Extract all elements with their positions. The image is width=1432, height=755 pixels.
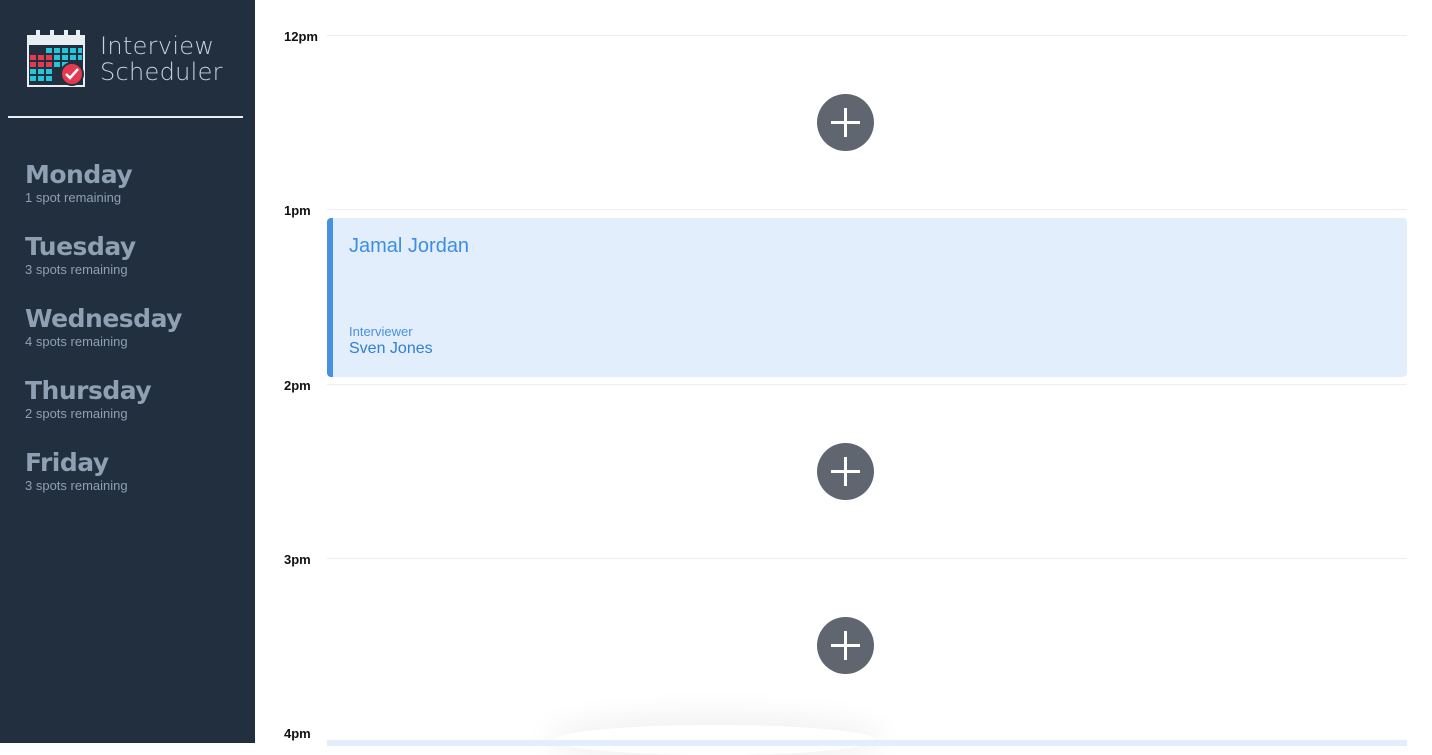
day-spots: 2 spots remaining bbox=[25, 406, 128, 421]
day-name: Tuesday bbox=[25, 232, 136, 261]
student-name: Jamal Jordan bbox=[349, 235, 470, 257]
hour-line bbox=[327, 209, 1407, 210]
add-appointment-button[interactable] bbox=[817, 617, 874, 674]
app-title-line1: Interview bbox=[100, 32, 215, 60]
day-name: Friday bbox=[25, 448, 109, 477]
time-label-2pm: 2pm bbox=[284, 378, 311, 393]
hour-line bbox=[327, 35, 1407, 36]
day-list: Monday 1 spot remaining Tuesday 3 spots … bbox=[25, 160, 245, 520]
time-label-3pm: 3pm bbox=[284, 552, 311, 567]
day-spots: 3 spots remaining bbox=[25, 262, 128, 277]
day-spots: 3 spots remaining bbox=[25, 478, 128, 493]
app-title-line2: Scheduler bbox=[100, 58, 223, 86]
time-label-4pm: 4pm bbox=[284, 726, 311, 741]
calendar-check-icon bbox=[26, 30, 88, 88]
add-appointment-button[interactable] bbox=[817, 443, 874, 500]
sidebar: Interview Scheduler Monday 1 spot remain… bbox=[0, 0, 255, 743]
time-label-12pm: 12pm bbox=[284, 29, 318, 44]
day-item-tuesday[interactable]: Tuesday 3 spots remaining bbox=[25, 232, 245, 304]
day-name: Thursday bbox=[25, 376, 152, 405]
plus-icon bbox=[831, 108, 860, 137]
day-name: Monday bbox=[25, 160, 133, 189]
schedule: 12pm 1pm Jamal Jordan Interviewer Sven J… bbox=[255, 0, 1432, 746]
add-appointment-button[interactable] bbox=[817, 94, 874, 151]
day-item-friday[interactable]: Friday 3 spots remaining bbox=[25, 448, 245, 520]
app-title: Interview Scheduler bbox=[100, 33, 223, 85]
day-item-thursday[interactable]: Thursday 2 spots remaining bbox=[25, 376, 245, 448]
sidebar-divider bbox=[8, 116, 243, 118]
day-name: Wednesday bbox=[25, 304, 182, 333]
day-spots: 4 spots remaining bbox=[25, 334, 128, 349]
hour-line bbox=[327, 558, 1407, 559]
day-spots: 1 spot remaining bbox=[25, 190, 122, 205]
appointment-card-partial[interactable] bbox=[327, 740, 1407, 746]
hour-line bbox=[327, 384, 1407, 385]
interviewer-label: Interviewer bbox=[349, 324, 413, 339]
day-item-wednesday[interactable]: Wednesday 4 spots remaining bbox=[25, 304, 245, 376]
interviewer-name: Sven Jones bbox=[349, 340, 433, 357]
appointment-card[interactable]: Jamal Jordan Interviewer Sven Jones bbox=[327, 218, 1407, 377]
time-label-1pm: 1pm bbox=[284, 203, 311, 218]
day-item-monday[interactable]: Monday 1 spot remaining bbox=[25, 160, 245, 232]
plus-icon bbox=[831, 457, 860, 486]
plus-icon bbox=[831, 631, 860, 660]
